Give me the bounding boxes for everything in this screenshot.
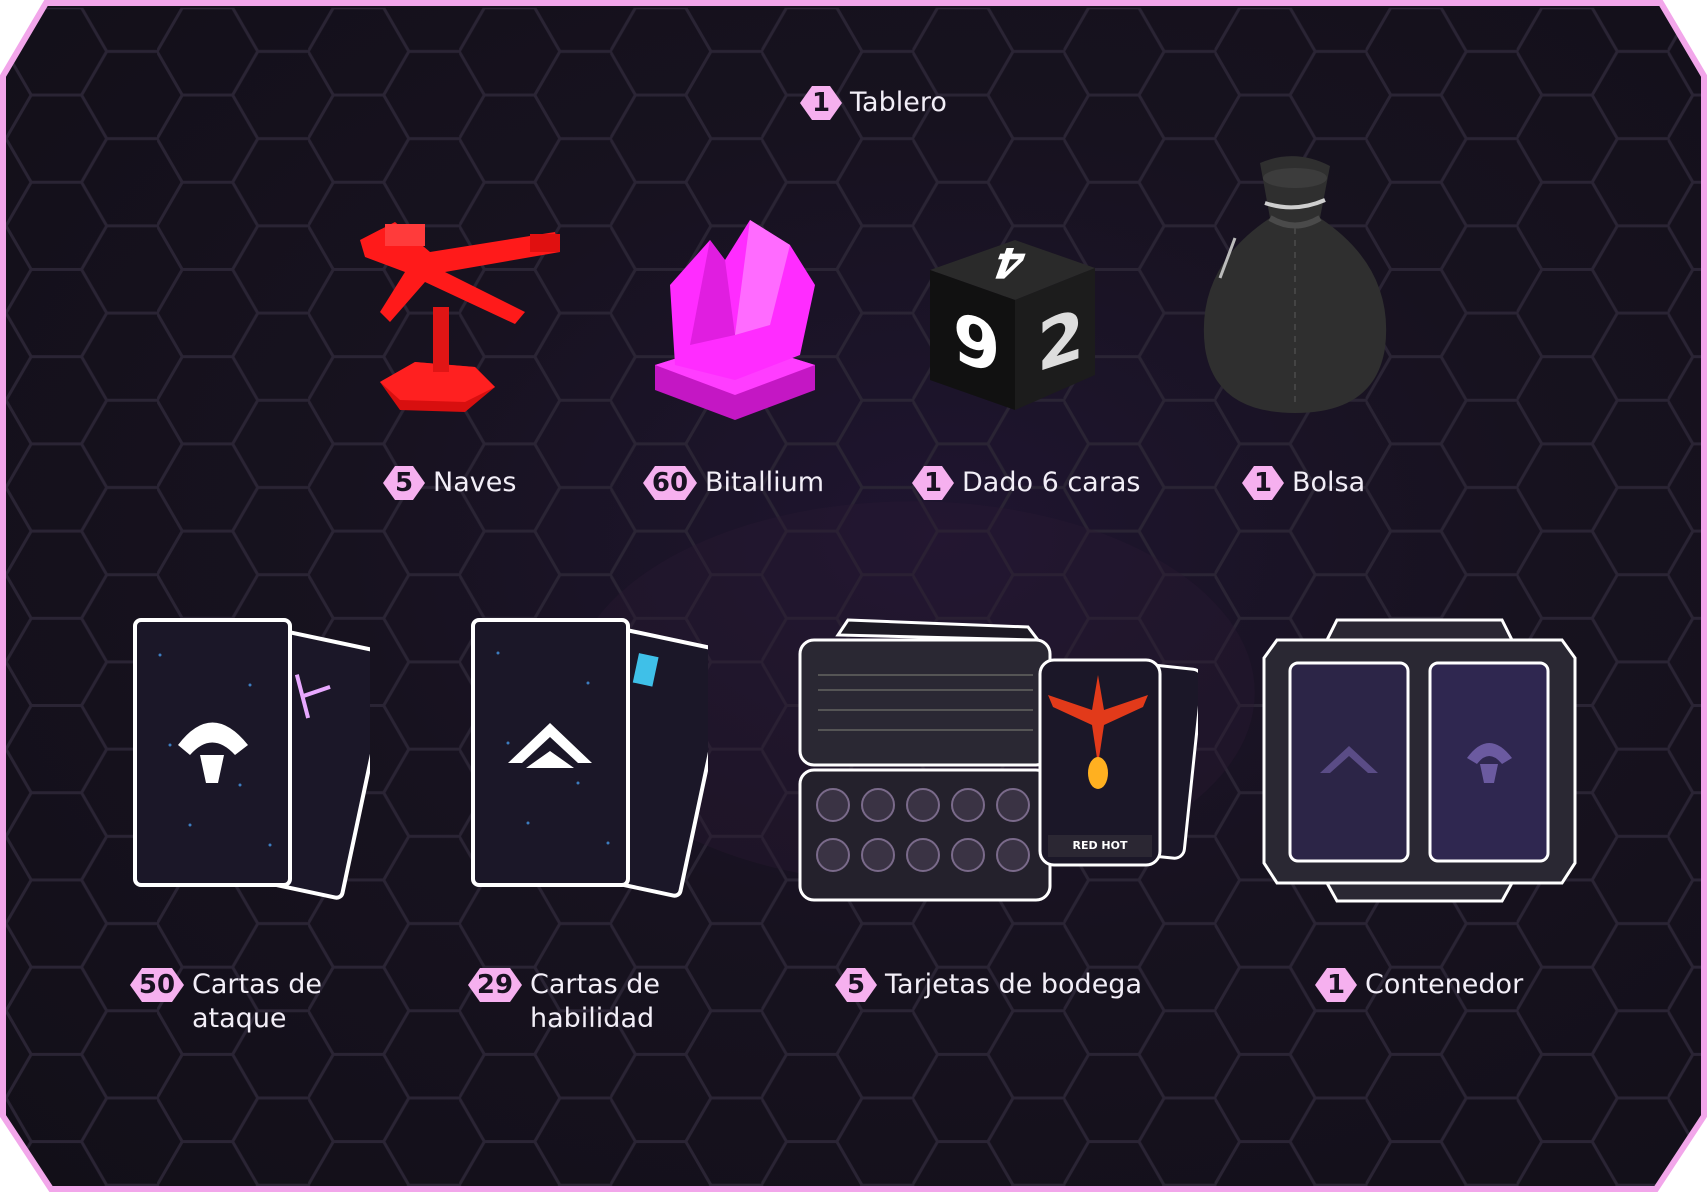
attack-cards-count-badge: 50 [130,968,184,1002]
container-tray-icon [1262,618,1577,903]
bitallium-count-badge: 60 [643,466,697,500]
cargo-text: Tarjetas de bodega [885,969,1142,1000]
red-ship-miniature-icon [360,222,560,412]
die-text: Dado 6 caras [962,467,1141,498]
ships-count-badge: 5 [383,466,425,500]
ability-cards-label: 29 Cartas de habilidad [468,968,660,1036]
container-label: 1 Contenedor [1315,968,1523,1002]
bitallium-label: 60 Bitallium [643,466,824,500]
die-face-left: 9 [953,297,1001,392]
board-count-badge: 1 [800,86,842,120]
six-sided-die-icon: 4 9 2 [925,230,1100,415]
container-text: Contenedor [1365,969,1524,1000]
ability-cards-text: Cartas de habilidad [530,969,661,1034]
ability-cards-count-badge: 29 [468,968,522,1002]
cargo-boards-icon: RED HOT [798,615,1198,905]
bitallium-text: Bitallium [705,467,825,498]
die-label: 1 Dado 6 caras [912,466,1140,500]
die-count-badge: 1 [912,466,954,500]
bag-text: Bolsa [1292,467,1366,498]
ability-cards-icon [471,618,708,898]
attack-cards-icon [133,618,370,900]
pink-crystal-icon [655,220,815,420]
ships-text: Naves [433,467,517,498]
ships-label: 5 Naves [383,466,516,500]
attack-cards-text: Cartas de ataque [192,969,323,1034]
die-face-right: 2 [1037,294,1085,389]
cargo-card-caption: RED HOT [1072,839,1128,852]
attack-cards-label: 50 Cartas de ataque [130,968,322,1036]
bag-label: 1 Bolsa [1242,466,1365,500]
board-label: 1 Tablero [800,86,947,120]
board-text: Tablero [850,87,947,118]
cloth-bag-icon [1203,156,1387,413]
cargo-label: 5 Tarjetas de bodega [835,968,1142,1002]
cargo-count-badge: 5 [835,968,877,1002]
container-count-badge: 1 [1315,968,1357,1002]
bag-count-badge: 1 [1242,466,1284,500]
